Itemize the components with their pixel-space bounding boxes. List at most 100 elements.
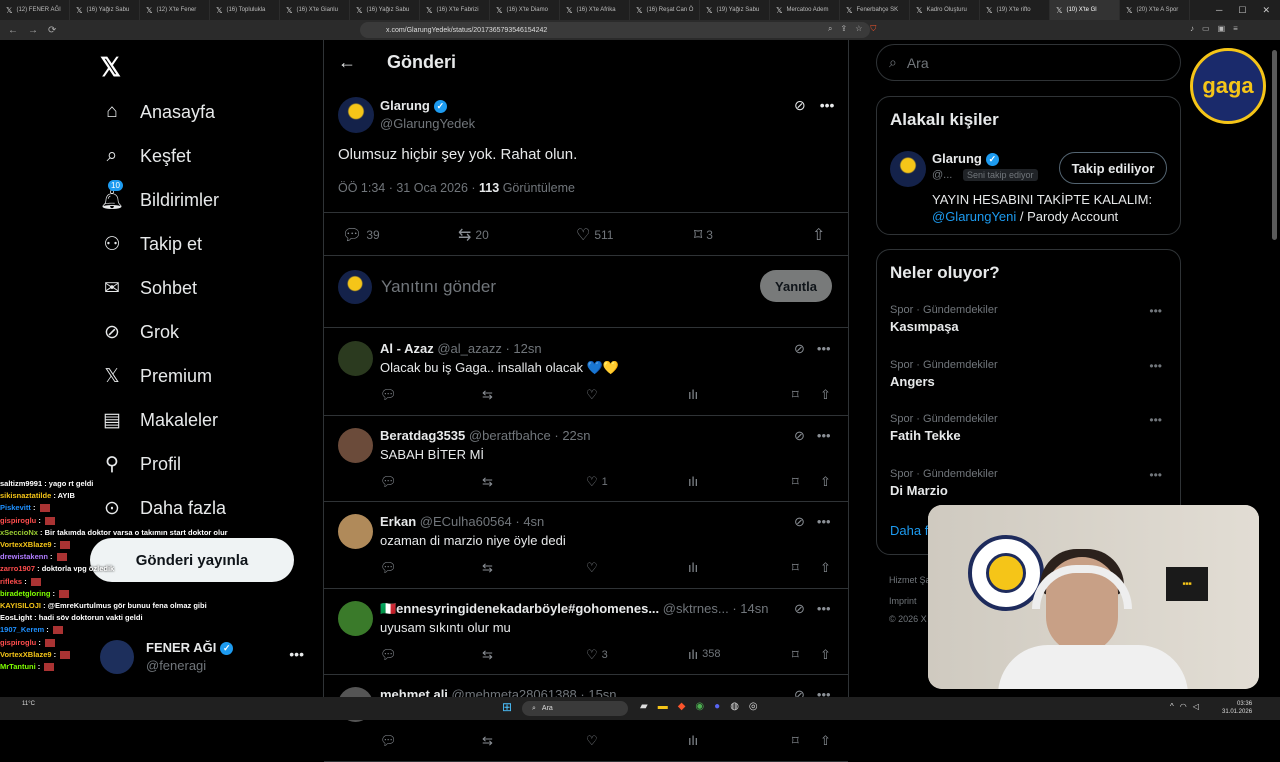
bookmark-star-icon[interactable]: ☆ <box>855 24 862 34</box>
repost-button[interactable]: ⇆ 20 <box>458 225 489 245</box>
reply-handle[interactable]: @al_azazz <box>437 341 502 356</box>
bookmark-button[interactable]: ⌑ <box>792 733 799 749</box>
repost-button[interactable]: ⇆ <box>482 387 493 403</box>
reload-icon[interactable]: ⟳ <box>48 25 56 36</box>
zoom-icon[interactable]: ⌕ <box>828 24 832 34</box>
chrome-icon[interactable]: ◉ <box>695 701 704 712</box>
grok-icon[interactable]: ⊘ <box>794 97 806 114</box>
minimize-icon[interactable]: ─ <box>1216 5 1222 16</box>
back-icon[interactable]: ← <box>8 25 18 36</box>
bookmark-button[interactable]: ⌑ <box>792 387 799 403</box>
search-input[interactable]: ⌕ Ara <box>876 44 1181 81</box>
like-button[interactable]: ♡ 3 <box>586 647 608 663</box>
post-author-handle[interactable]: @GlarungYedek <box>380 116 475 131</box>
browser-tab[interactable]: 𝕏 (16) Yağız Sabu <box>350 0 420 20</box>
browser-tab[interactable]: 𝕏 (16) X'te Gianlu <box>280 0 350 20</box>
trend-item[interactable]: Spor · Gündemdekiler Di Marzio ••• <box>890 468 1170 498</box>
like-button[interactable]: ♡ 1 <box>586 474 608 490</box>
reply-button[interactable]: 💬︎ <box>380 647 397 663</box>
browser-tab[interactable]: 𝕏 Kadro Oluşturu <box>910 0 980 20</box>
repost-button[interactable]: ⇆ <box>482 474 493 490</box>
menu-icon[interactable]: ≡ <box>1233 24 1238 33</box>
browser-tab[interactable]: 𝕏 (16) X'te Fabrizi <box>420 0 490 20</box>
windows-start-icon[interactable]: ⊞ <box>502 700 512 714</box>
views-button[interactable]: ılı <box>688 474 702 489</box>
browser-tab[interactable]: 𝕏 (12) X'te Fener <box>140 0 210 20</box>
sidebar-item-profil[interactable]: ⚲ Profil <box>100 449 181 479</box>
reply-input[interactable]: Yanıtını gönder <box>381 277 496 297</box>
trend-item[interactable]: Spor · Gündemdekiler Kasımpaşa ••• <box>890 304 1170 334</box>
reply-button[interactable]: 💬︎ <box>380 733 397 749</box>
sidebar-item-bildirimler[interactable]: 🔔︎ 10 Bildirimler <box>100 180 219 215</box>
volume-icon[interactable]: ◁ <box>1193 702 1199 711</box>
forward-icon[interactable]: → <box>28 25 38 36</box>
sidebar-item-takip-et[interactable]: ⚇ Takip et <box>100 229 202 259</box>
trend-item[interactable]: Spor · Gündemdekiler Fatih Tekke ••• <box>890 413 1170 443</box>
related-name[interactable]: Glarung ✓ <box>932 151 999 167</box>
views-button[interactable]: ılı <box>688 560 702 575</box>
trend-item[interactable]: Spor · Gündemdekiler Angers ••• <box>890 359 1170 389</box>
back-arrow-icon[interactable]: ← <box>338 52 356 73</box>
sidebar-item-anasayfa[interactable]: ⌂ Anasayfa <box>100 97 215 127</box>
reply-author[interactable]: Al - Azaz <box>380 341 434 356</box>
file-explorer-icon[interactable]: ▰ <box>640 701 648 712</box>
reply-button[interactable]: 💬︎ <box>380 387 397 403</box>
reply-button[interactable]: 💬︎ 39 <box>342 225 380 245</box>
like-button[interactable]: ♡ <box>586 733 602 749</box>
like-button[interactable]: ♡ <box>586 560 602 576</box>
share-button[interactable]: ⇧ <box>820 387 831 403</box>
reply-time[interactable]: · 14sn <box>732 601 768 616</box>
sidebar-item-grok[interactable]: ⊘ Grok <box>100 317 179 347</box>
reply-author[interactable]: 🇮🇹ennesyringidenekadarböyle#gohomenes... <box>380 601 659 616</box>
taskbar-search[interactable]: ⌕ Ara <box>522 701 628 716</box>
share-button[interactable]: ⇧ <box>820 733 831 749</box>
folder-icon[interactable]: ▬ <box>658 701 668 712</box>
browser-tab[interactable]: 𝕏 (16) Yağız Sabu <box>70 0 140 20</box>
browser-tab[interactable]: 𝕏 (10) X'te Gl <box>1050 0 1120 20</box>
more-icon[interactable]: ••• <box>1149 359 1162 373</box>
reply-time[interactable]: · 12sn <box>505 341 541 356</box>
wallet-icon[interactable]: ▣ <box>1218 24 1226 33</box>
reply-tweet[interactable]: 🇮🇹ennesyringidenekadarböyle#gohomenes...… <box>324 589 848 675</box>
bookmark-button[interactable]: ⌑ 3 <box>694 225 713 245</box>
more-icon[interactable]: ••• <box>1149 304 1162 318</box>
share-icon[interactable]: ⇪ <box>840 24 847 34</box>
browser-tab[interactable]: 𝕏 (20) X'te A Spor <box>1120 0 1190 20</box>
avatar[interactable] <box>338 97 374 133</box>
share-button[interactable]: ⇧ <box>820 474 831 490</box>
browser-tab[interactable]: 𝕏 (19) X'te rifto <box>980 0 1050 20</box>
more-icon[interactable]: ••• <box>817 514 831 530</box>
reply-tweet[interactable]: Al - Azaz @al_azazz · 12sn ⊘ ••• Olacak bu … <box>324 329 848 415</box>
like-button[interactable]: ♡ <box>586 387 602 403</box>
bookmark-button[interactable]: ⌑ <box>792 560 799 576</box>
share-button[interactable]: ⇧ <box>812 225 825 245</box>
shield-icon[interactable]: ⛉ <box>870 24 876 34</box>
sidebar-item-sohbet[interactable]: ✉ Sohbet <box>100 273 197 303</box>
repost-button[interactable]: ⇆ <box>482 733 493 749</box>
like-button[interactable]: ♡ 511 <box>576 225 613 245</box>
reply-handle[interactable]: @ECulha60564 <box>420 514 512 529</box>
clock[interactable]: 03:36 31.01.2026 <box>1222 700 1252 716</box>
avatar[interactable] <box>338 427 373 463</box>
avatar[interactable] <box>890 151 926 187</box>
avatar[interactable] <box>338 600 373 636</box>
bio-link[interactable]: @GlarungYeni <box>932 209 1016 224</box>
share-button[interactable]: ⇧ <box>820 647 831 663</box>
more-icon[interactable]: ••• <box>817 601 831 617</box>
more-icon[interactable]: ••• <box>1149 468 1162 482</box>
sidebar-item-premium[interactable]: 𝕏 Premium <box>100 361 212 391</box>
reply-time[interactable]: · 22sn <box>554 428 590 443</box>
reply-tweet[interactable]: Erkan @ECulha60564 · 4sn ⊘ ••• ozaman di ma… <box>324 502 848 588</box>
reply-author[interactable]: Beratdag3535 <box>380 428 465 443</box>
repost-button[interactable]: ⇆ <box>482 647 493 663</box>
sidebar-item-keşfet[interactable]: ⌕ Keşfet <box>100 141 191 171</box>
discord-icon[interactable]: ● <box>714 701 720 712</box>
music-icon[interactable]: ♪ <box>1190 24 1194 33</box>
more-icon[interactable]: ••• <box>817 428 831 444</box>
reply-time[interactable]: · 4sn <box>515 514 544 529</box>
obs-icon[interactable]: ◎ <box>749 701 758 712</box>
following-button[interactable]: Takip ediliyor <box>1059 152 1167 184</box>
post-author-name[interactable]: Glarung ✓ <box>380 98 447 114</box>
reply-tweet[interactable]: Beratdag3535 @beratfbahce · 22sn ⊘ ••• SABA… <box>324 416 848 502</box>
reply-submit-button[interactable]: Yanıtla <box>760 270 832 302</box>
